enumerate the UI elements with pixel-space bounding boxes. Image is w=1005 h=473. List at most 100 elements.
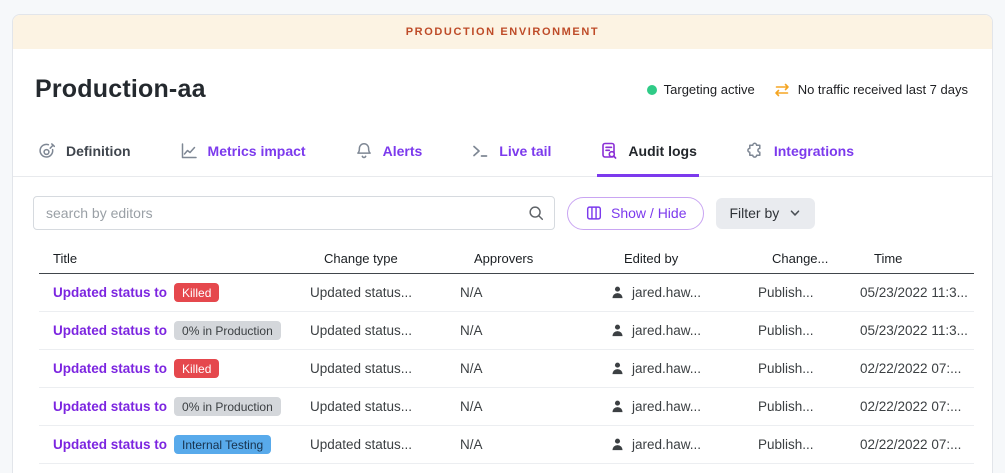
user-icon [610, 399, 625, 414]
line-chart-icon [179, 141, 199, 161]
audit-logs-toolbar: Show / Hide Filter by [13, 177, 992, 230]
show-hide-label: Show / Hide [611, 205, 686, 221]
row-change-type: Updated status... [310, 437, 460, 452]
chevron-down-icon [788, 206, 802, 220]
targeting-status-label: Targeting active [664, 82, 755, 97]
row-title-cell: Updated status to 0% in Production [39, 321, 310, 340]
status-badge: 0% in Production [174, 321, 281, 340]
row-approvers: N/A [460, 399, 610, 414]
row-change: Publish... [758, 399, 860, 414]
row-time: 02/22/2022 07:... [860, 437, 974, 452]
row-edited-by: jared.haw... [610, 361, 758, 376]
row-edited-by-label: jared.haw... [632, 399, 701, 414]
row-time: 05/23/2022 11:3... [860, 323, 974, 338]
status-badge: Killed [174, 283, 219, 302]
row-change-type: Updated status... [310, 285, 460, 300]
tab-alerts[interactable]: Alerts [352, 130, 425, 177]
row-title-link[interactable]: Updated status to [53, 361, 167, 376]
row-time: 02/22/2022 07:... [860, 399, 974, 414]
row-change: Publish... [758, 437, 860, 452]
show-hide-button[interactable]: Show / Hide [567, 197, 704, 230]
row-approvers: N/A [460, 437, 610, 452]
document-search-icon [599, 141, 619, 161]
row-edited-by-label: jared.haw... [632, 437, 701, 452]
filter-by-button[interactable]: Filter by [716, 198, 815, 229]
table-row[interactable]: Updated status to 0% in Production Updat… [39, 388, 974, 426]
row-edited-by: jared.haw... [610, 285, 758, 300]
row-title-cell: Updated status to Killed [39, 359, 310, 378]
column-header-edited-by[interactable]: Edited by [610, 251, 758, 266]
green-dot-icon [647, 85, 657, 95]
tab-integrations[interactable]: Integrations [743, 130, 856, 177]
row-title-cell: Updated status to 0% in Production [39, 397, 310, 416]
row-edited-by-label: jared.haw... [632, 361, 701, 376]
row-title-link[interactable]: Updated status to [53, 285, 167, 300]
row-edited-by-label: jared.haw... [632, 285, 701, 300]
search-icon [527, 204, 545, 222]
terminal-icon [470, 141, 490, 161]
column-header-title[interactable]: Title [39, 251, 310, 266]
table-row[interactable]: Updated status to Killed Updated status.… [39, 350, 974, 388]
row-time: 05/23/2022 11:3... [860, 285, 974, 300]
audit-logs-table: Title Change type Approvers Edited by Ch… [39, 243, 974, 464]
row-change-type: Updated status... [310, 323, 460, 338]
row-approvers: N/A [460, 285, 610, 300]
row-change-type: Updated status... [310, 399, 460, 414]
row-approvers: N/A [460, 361, 610, 376]
column-header-change[interactable]: Change... [758, 251, 860, 266]
user-icon [610, 437, 625, 452]
table-row[interactable]: Updated status to Internal Testing Updat… [39, 426, 974, 464]
row-change-type: Updated status... [310, 361, 460, 376]
column-header-change-type[interactable]: Change type [310, 251, 460, 266]
row-edited-by-label: jared.haw... [632, 323, 701, 338]
status-group: Targeting active No traffic received las… [647, 82, 968, 97]
user-icon [610, 361, 625, 376]
production-environment-banner: PRODUCTION ENVIRONMENT [13, 15, 992, 49]
row-edited-by: jared.haw... [610, 437, 758, 452]
traffic-status-label: No traffic received last 7 days [798, 82, 968, 97]
column-header-approvers[interactable]: Approvers [460, 251, 610, 266]
row-edited-by: jared.haw... [610, 323, 758, 338]
table-row[interactable]: Updated status to 0% in Production Updat… [39, 312, 974, 350]
status-badge: Killed [174, 359, 219, 378]
gauge-pen-icon [37, 141, 57, 161]
traffic-status: No traffic received last 7 days [773, 82, 968, 97]
row-title-link[interactable]: Updated status to [53, 399, 167, 414]
tab-bar: Definition Metrics impact Alerts Live ta… [13, 130, 992, 177]
tab-metrics-impact[interactable]: Metrics impact [177, 130, 308, 177]
table-row[interactable]: Updated status to Killed Updated status.… [39, 274, 974, 312]
row-title-cell: Updated status to Killed [39, 283, 310, 302]
search-box [33, 196, 555, 230]
row-change: Publish... [758, 285, 860, 300]
user-icon [610, 285, 625, 300]
traffic-arrows-icon [773, 83, 791, 97]
columns-icon [585, 204, 603, 222]
column-header-time[interactable]: Time [860, 251, 974, 266]
banner-label: PRODUCTION ENVIRONMENT [406, 26, 599, 38]
tab-definition-label: Definition [66, 143, 131, 159]
page-header: Production-aa Targeting active No traffi… [13, 49, 992, 104]
tab-audit-logs-label: Audit logs [628, 143, 696, 159]
row-approvers: N/A [460, 323, 610, 338]
filter-by-label: Filter by [729, 205, 779, 221]
row-title-link[interactable]: Updated status to [53, 437, 167, 452]
table-header-row: Title Change type Approvers Edited by Ch… [39, 243, 974, 274]
row-title-cell: Updated status to Internal Testing [39, 435, 310, 454]
tab-live-tail[interactable]: Live tail [468, 130, 553, 177]
search-input[interactable] [33, 196, 555, 230]
tab-integrations-label: Integrations [774, 143, 854, 159]
user-icon [610, 323, 625, 338]
row-edited-by: jared.haw... [610, 399, 758, 414]
puzzle-icon [745, 141, 765, 161]
tab-metrics-impact-label: Metrics impact [208, 143, 306, 159]
tab-definition[interactable]: Definition [35, 130, 133, 177]
tab-live-tail-label: Live tail [499, 143, 551, 159]
row-change: Publish... [758, 361, 860, 376]
targeting-status: Targeting active [647, 82, 755, 97]
tab-audit-logs[interactable]: Audit logs [597, 130, 698, 177]
status-badge: 0% in Production [174, 397, 281, 416]
row-title-link[interactable]: Updated status to [53, 323, 167, 338]
status-badge: Internal Testing [174, 435, 271, 454]
page-title: Production-aa [35, 75, 206, 104]
tab-alerts-label: Alerts [383, 143, 423, 159]
